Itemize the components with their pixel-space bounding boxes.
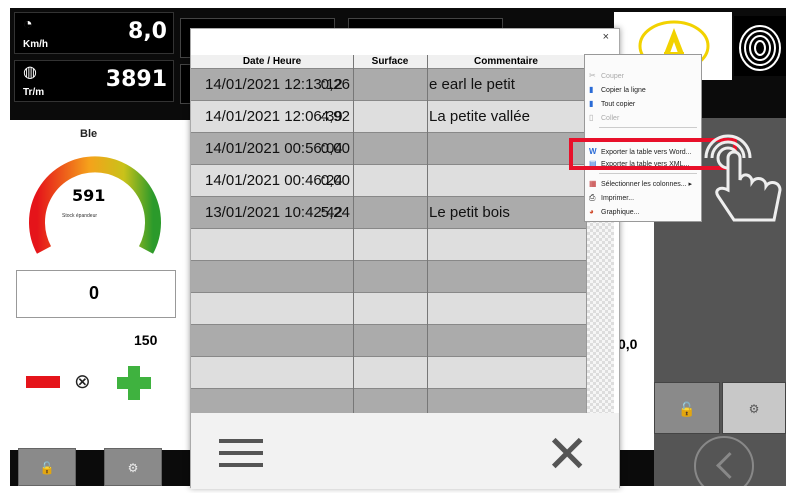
speed-meter: ◔ Km/h 8,0	[14, 12, 174, 54]
columns-icon: ▦	[589, 179, 597, 188]
settings-button[interactable]: ⚙	[104, 448, 162, 486]
table-row-empty	[191, 357, 586, 389]
table-row[interactable]: 14/01/2021 00:56:04 0,00	[191, 133, 586, 165]
crop-name: Ble	[80, 128, 98, 140]
copy-icon: ▮	[589, 85, 594, 94]
menu-item-paste[interactable]: ▯ Coller	[589, 113, 619, 123]
table-row-empty	[191, 229, 586, 261]
table-row-empty	[191, 325, 586, 357]
menu-item-select-columns[interactable]: ▦ Sélectionner les colonnes... ▸	[589, 179, 692, 189]
touch-hand-icon	[704, 134, 782, 222]
menu-item-cut[interactable]: ✂ Couper	[589, 71, 624, 81]
right-settings-button[interactable]: ⚙	[722, 382, 786, 434]
unlock-button[interactable]: 🔓	[18, 448, 76, 486]
increase-button-bar[interactable]	[117, 377, 151, 389]
menu-item-chart[interactable]: ◕ Graphique...	[589, 207, 640, 217]
table-row[interactable]: 14/01/2021 12:13:12 0,26 e earl le petit	[191, 69, 586, 101]
dialog-footer: ✕	[191, 413, 619, 489]
speedometer-icon: ◔	[23, 16, 33, 33]
rotor-icon: ◍	[23, 64, 37, 81]
table-row[interactable]: 13/01/2021 10:42:42 5,24 Le petit bois	[191, 197, 586, 229]
menu-separator	[599, 127, 697, 128]
column-divider	[353, 55, 354, 421]
right-unlock-button[interactable]: 🔓	[654, 382, 720, 434]
copy-all-icon: ▮	[589, 99, 594, 108]
table-row[interactable]: 14/01/2021 00:46:24 0,00	[191, 165, 586, 197]
header-surface[interactable]: Surface	[353, 56, 427, 67]
rate-value: 150	[134, 332, 158, 348]
menu-item-copy-all[interactable]: ▮ Tout copier	[589, 99, 635, 109]
menu-item-copy-row[interactable]: ▮ Copier la ligne	[589, 85, 646, 95]
column-divider	[427, 55, 428, 421]
gauge-value: 591	[72, 186, 106, 205]
chart-icon: ◕	[589, 207, 594, 216]
right-rate-value: 0,0	[618, 336, 638, 352]
printer-icon: ⎙	[589, 193, 596, 202]
table-header: Date / Heure Surface Commentaire	[191, 55, 586, 69]
header-date[interactable]: Date / Heure	[191, 56, 353, 67]
header-comment[interactable]: Commentaire	[427, 56, 585, 67]
counter-value: 0	[89, 283, 100, 303]
rotation-value: 3891	[105, 67, 167, 92]
rotation-meter: ◍ Tr/m 3891	[14, 60, 174, 102]
table-row-empty	[191, 261, 586, 293]
menu-icon[interactable]	[219, 439, 263, 475]
table-row-empty	[191, 293, 586, 325]
close-icon[interactable]: ✕	[545, 429, 589, 481]
table-row[interactable]: 14/01/2021 12:06:39 4,92 La petite vallé…	[191, 101, 586, 133]
decrease-button[interactable]	[26, 376, 60, 388]
menu-item-print[interactable]: ⎙ Imprimer...	[589, 193, 634, 203]
dialog-close-icon[interactable]: ×	[603, 31, 609, 43]
paste-icon: ▯	[589, 113, 594, 122]
gauge-label: Stock épandeur	[62, 213, 98, 219]
speed-value: 8,0	[128, 19, 167, 44]
rotation-unit: Tr/m	[23, 87, 45, 98]
counter-box[interactable]: 0	[16, 270, 176, 318]
target-icon[interactable]: ⊗	[74, 369, 91, 394]
speed-unit: Km/h	[23, 39, 48, 50]
menu-separator	[599, 173, 697, 174]
scissors-icon: ✂	[589, 71, 596, 80]
history-dialog: × Date / Heure Surface Commentaire 14/01…	[190, 28, 620, 489]
fingerprint-icon[interactable]	[734, 16, 786, 76]
history-table: Date / Heure Surface Commentaire 14/01/2…	[191, 55, 586, 421]
